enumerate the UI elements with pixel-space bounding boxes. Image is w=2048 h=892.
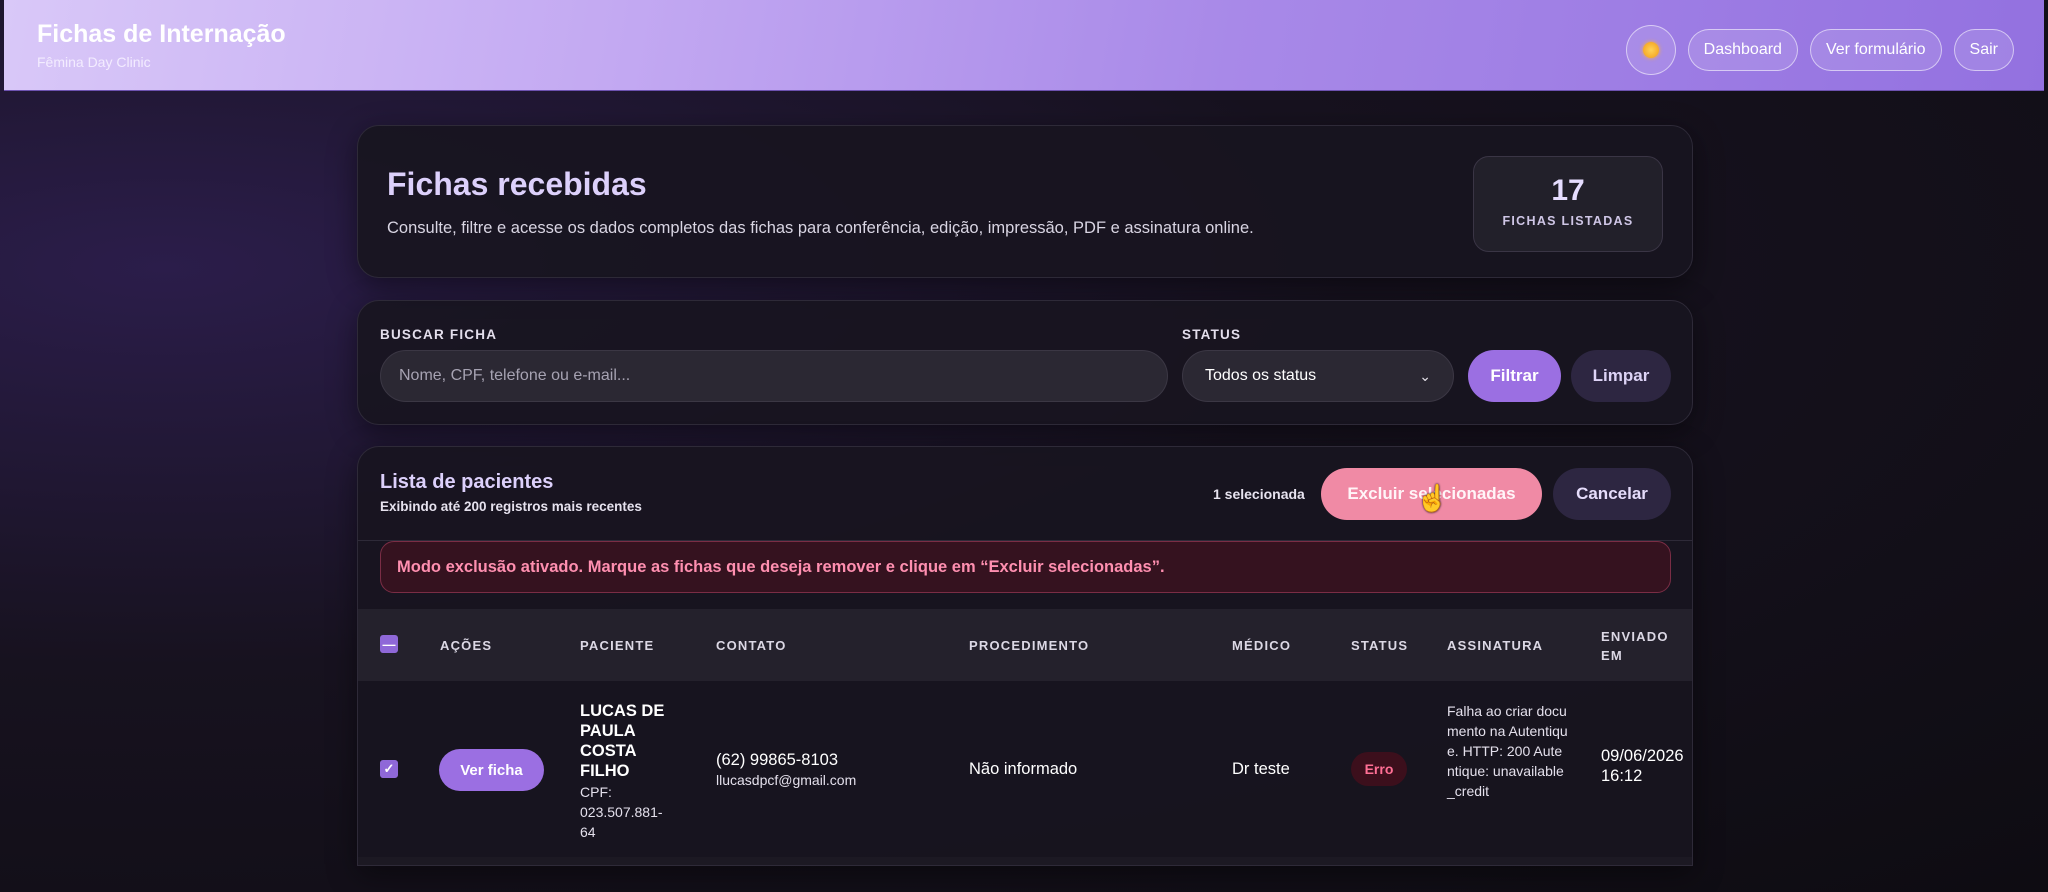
- list-subtitle: Exibindo até 200 registros mais recentes: [380, 499, 642, 514]
- col-contact: CONTATO: [716, 638, 787, 653]
- col-status: STATUS: [1351, 638, 1409, 653]
- records-counter: 17 FICHAS LISTADAS: [1473, 156, 1663, 252]
- view-form-button[interactable]: Ver formulário: [1809, 29, 1942, 71]
- patient-name: LUCAS DE PAULA COSTA FILHO: [580, 702, 665, 780]
- clinic-name: Fêmina Day Clinic: [37, 54, 151, 70]
- logout-button[interactable]: Sair: [1953, 29, 2014, 71]
- clear-button[interactable]: Limpar: [1571, 350, 1671, 402]
- chevron-down-icon: ⌄: [1419, 367, 1431, 384]
- select-all-checkbox[interactable]: —: [380, 635, 398, 653]
- status-select[interactable]: Todos os status ⌄: [1182, 350, 1454, 402]
- hero-card: Fichas recebidas Consulte, filtre e aces…: [357, 125, 1693, 278]
- doctor-value: Dr teste: [1232, 760, 1290, 778]
- next-row-partial: [358, 857, 1692, 865]
- col-signature: ASSINATURA: [1447, 638, 1544, 653]
- status-select-value: Todos os status: [1205, 367, 1317, 384]
- patient-email: llucasdpcf@gmail.com: [716, 772, 857, 788]
- patients-list-card: Lista de pacientes Exibindo até 200 regi…: [357, 446, 1693, 866]
- top-nav: Dashboard Ver formulário Sair: [1625, 25, 2014, 75]
- app-title: Fichas de Internação: [37, 20, 286, 48]
- search-input[interactable]: [380, 350, 1168, 402]
- col-doctor: MÉDICO: [1232, 638, 1292, 653]
- sent-at: 09/06/2026 16:12: [1601, 746, 1684, 786]
- filters-card: BUSCAR FICHA STATUS Todos os status ⌄ Fi…: [357, 300, 1693, 425]
- table-header: — AÇÕES PACIENTE CONTATO PROCEDIMENTO MÉ…: [358, 609, 1692, 681]
- records-count-label: FICHAS LISTADAS: [1502, 214, 1634, 228]
- patient-cpf: CPF: 023.507.881-64: [580, 784, 663, 840]
- sun-icon: [1642, 42, 1659, 58]
- table-row: ✓ Ver ficha LUCAS DE PAULA COSTA FILHO C…: [358, 681, 1692, 857]
- patient-phone: (62) 99865-8103: [716, 751, 839, 769]
- status-label: STATUS: [1182, 327, 1242, 342]
- status-badge: Erro: [1351, 752, 1407, 786]
- col-sent-at: ENVIADO EM: [1601, 629, 1669, 663]
- procedure-value: Não informado: [969, 760, 1078, 778]
- signature-status: Falha ao criar documento na Autentique. …: [1447, 703, 1568, 799]
- hand-pointer-icon: ☝: [1416, 483, 1449, 513]
- dashboard-button[interactable]: Dashboard: [1687, 29, 1798, 71]
- search-label: BUSCAR FICHA: [380, 327, 498, 342]
- col-actions: AÇÕES: [440, 638, 493, 653]
- sent-time: 16:12: [1601, 767, 1643, 785]
- sent-date: 09/06/2026: [1601, 747, 1684, 765]
- list-title: Lista de pacientes: [380, 471, 554, 493]
- col-patient: PACIENTE: [580, 638, 655, 653]
- top-bar: Fichas de Internação Fêmina Day Clinic D…: [4, 0, 2044, 91]
- delete-mode-alert: Modo exclusão ativado. Marque as fichas …: [380, 541, 1671, 593]
- col-sent-at-line1: ENVIADO: [1601, 629, 1669, 644]
- col-procedure: PROCEDIMENTO: [969, 638, 1090, 653]
- cancel-button[interactable]: Cancelar: [1553, 468, 1671, 520]
- filter-button[interactable]: Filtrar: [1468, 350, 1561, 402]
- selected-count: 1 selecionada: [1213, 486, 1305, 502]
- row-checkbox[interactable]: ✓: [380, 760, 398, 778]
- view-record-button[interactable]: Ver ficha: [439, 749, 544, 791]
- page-title: Fichas recebidas: [387, 166, 647, 202]
- col-sent-at-line2: EM: [1601, 648, 1623, 663]
- page-description: Consulte, filtre e acesse os dados compl…: [387, 219, 1254, 237]
- theme-toggle-button[interactable]: [1625, 25, 1676, 75]
- records-count: 17: [1551, 174, 1585, 207]
